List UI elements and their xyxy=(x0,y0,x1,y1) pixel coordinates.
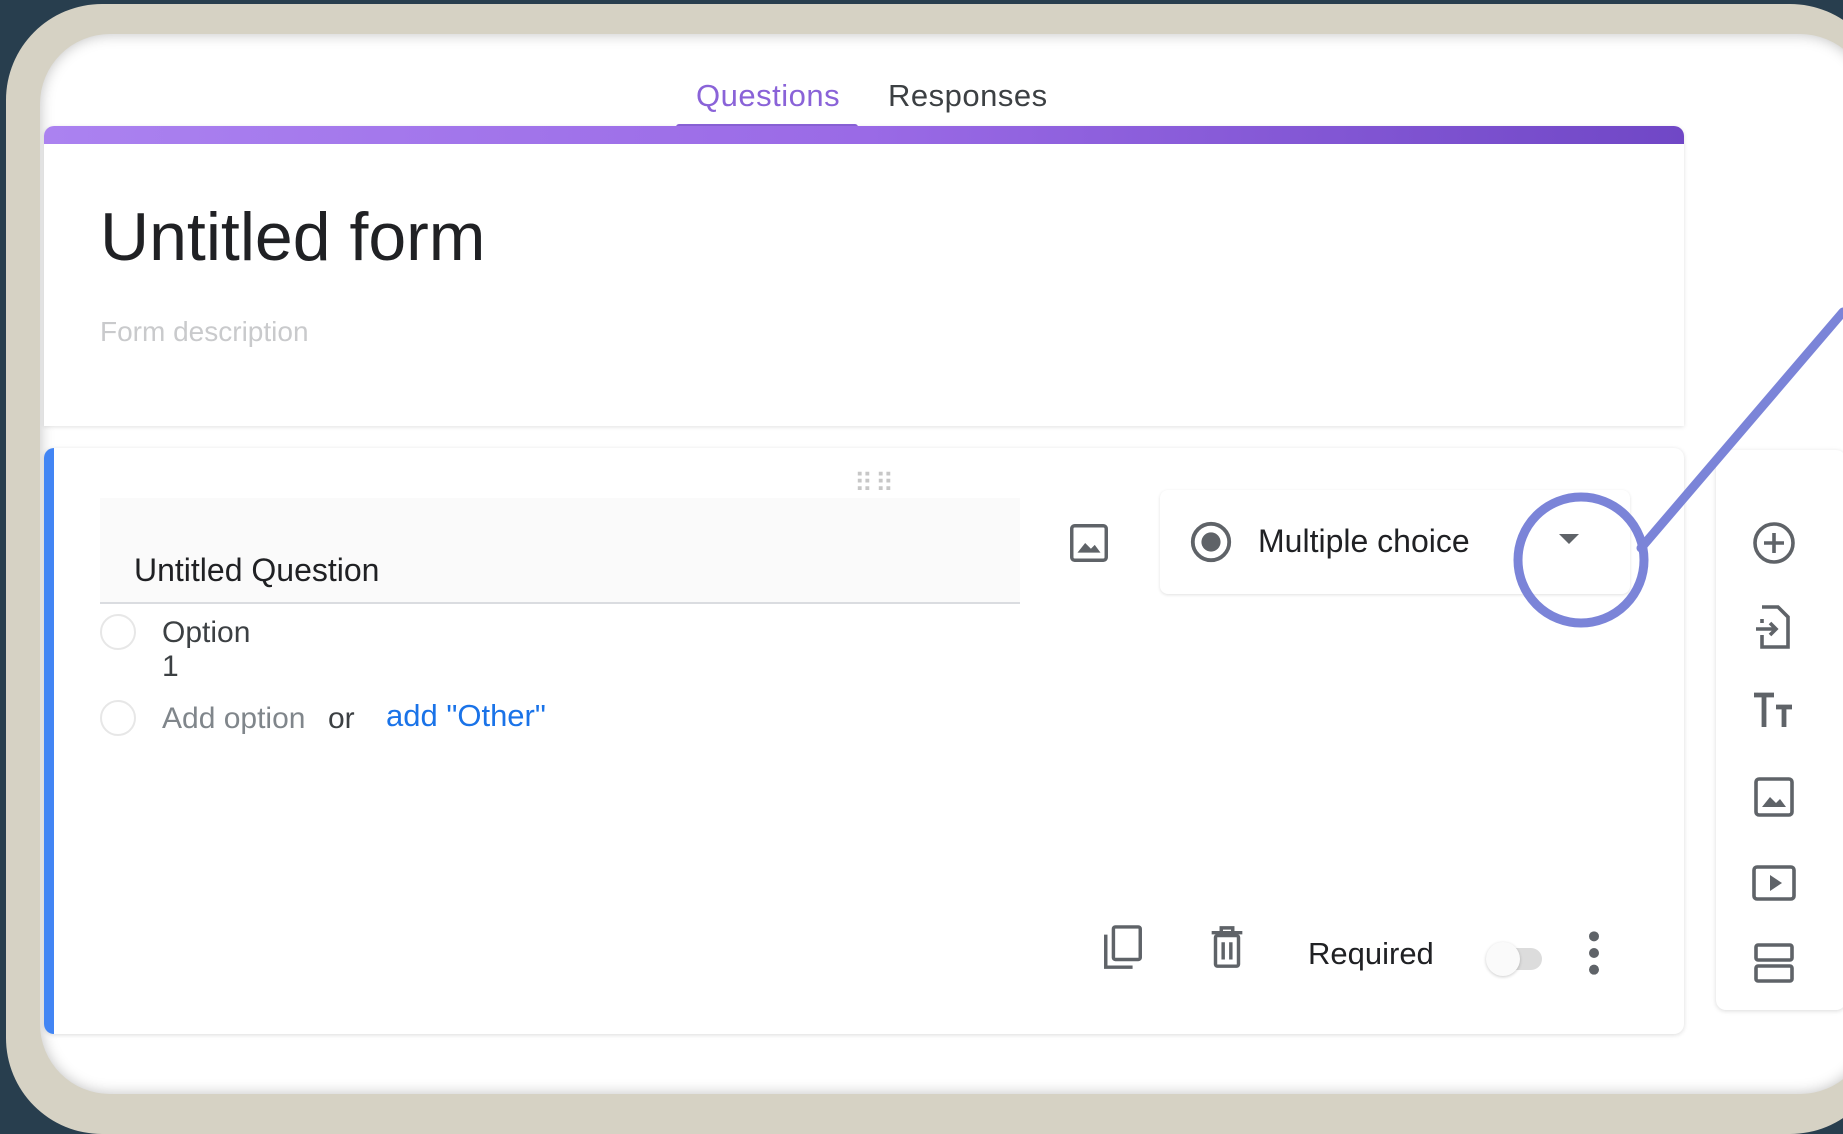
form-title[interactable]: Untitled form xyxy=(100,198,485,276)
required-label: Required xyxy=(1308,936,1434,971)
question-type-label: Multiple choice xyxy=(1258,523,1470,559)
or-text: or xyxy=(328,702,355,735)
question-card[interactable]: ⠿⠿ Untitled Question Multiple choice Opt… xyxy=(44,448,1684,1034)
add-video-icon[interactable] xyxy=(1750,858,1798,908)
option-label[interactable]: Option 1 xyxy=(162,616,250,684)
toggle-knob xyxy=(1486,942,1520,976)
form-description-field[interactable]: Form description xyxy=(100,316,309,348)
drag-handle-icon[interactable]: ⠿⠿ xyxy=(854,468,896,499)
header-color-bar xyxy=(44,126,1684,144)
add-option-button[interactable]: Add option xyxy=(162,702,305,736)
add-title-icon[interactable] xyxy=(1750,686,1798,736)
question-title-field[interactable]: Untitled Question xyxy=(100,498,1020,604)
add-section-icon[interactable] xyxy=(1750,938,1798,988)
radio-circle-icon xyxy=(100,700,136,736)
question-type-dropdown[interactable]: Multiple choice xyxy=(1160,490,1630,594)
more-options-icon[interactable] xyxy=(1584,928,1604,978)
add-question-icon[interactable] xyxy=(1750,518,1798,568)
import-questions-icon[interactable] xyxy=(1750,602,1798,652)
tab-responses[interactable]: Responses xyxy=(888,78,1048,114)
radio-button-icon xyxy=(1190,521,1232,563)
duplicate-icon[interactable] xyxy=(1100,922,1146,974)
add-other-link[interactable]: add "Other" xyxy=(386,698,546,734)
form-header-card: Untitled form Form description xyxy=(44,126,1684,426)
editor-tabs: Questions Responses xyxy=(40,64,1843,134)
question-focus-accent xyxy=(44,448,54,1034)
required-toggle[interactable] xyxy=(1486,942,1542,976)
tab-questions[interactable]: Questions xyxy=(696,78,840,114)
add-image-to-question-icon[interactable] xyxy=(1066,520,1112,566)
dropdown-arrow-icon[interactable] xyxy=(1559,534,1579,544)
add-image-icon[interactable] xyxy=(1750,772,1798,822)
radio-circle-icon xyxy=(100,614,136,650)
floating-toolbar xyxy=(1716,450,1843,1010)
forms-editor: Questions Responses Untitled form Form d… xyxy=(40,34,1843,1094)
question-title: Untitled Question xyxy=(134,552,380,588)
delete-icon[interactable] xyxy=(1204,922,1250,974)
add-option-row: Add option or add "Other" xyxy=(100,694,700,744)
